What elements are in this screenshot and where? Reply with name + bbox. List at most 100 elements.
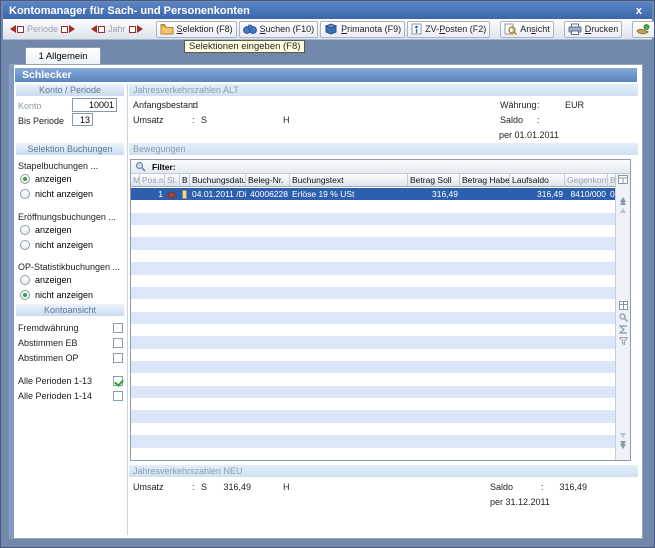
table-row[interactable]: [131, 262, 615, 274]
table-row[interactable]: [131, 225, 615, 237]
col-header-laufsaldo[interactable]: Laufsaldo: [510, 174, 565, 186]
grid-view-icon[interactable]: [619, 301, 628, 310]
table-row-selected[interactable]: 1 04.01.2011 /Di 40006228 Erlöse 19 % US…: [131, 188, 615, 200]
periode-next-button[interactable]: [60, 24, 76, 34]
selektion-button[interactable]: Selektion (F8): [156, 21, 237, 38]
table-row[interactable]: [131, 448, 615, 460]
splitter-bar[interactable]: [10, 65, 14, 538]
primanota-button[interactable]: Primanota (F9): [320, 21, 405, 38]
panel-header-jvz-alt: Jahresverkehrszahlen ALT: [129, 84, 638, 96]
close-button[interactable]: x: [632, 5, 646, 17]
table-row[interactable]: [131, 398, 615, 410]
account-name: Schlecker: [22, 69, 72, 81]
search-icon[interactable]: [619, 313, 628, 322]
table-row[interactable]: [131, 349, 615, 361]
ansicht-button[interactable]: Ansicht: [500, 21, 554, 38]
table-row[interactable]: [131, 373, 615, 385]
cell-b: [180, 188, 190, 200]
col-header-beleg-nr[interactable]: Beleg-Nr.: [246, 174, 290, 186]
filter-funnel-icon[interactable]: [619, 337, 628, 345]
cell-buchungsdatum: 04.01.2011 /Di: [190, 188, 246, 200]
jahr-prev-button[interactable]: [90, 24, 106, 34]
checkbox-icon[interactable]: [113, 323, 123, 333]
scroll-page-up-button[interactable]: [620, 200, 626, 205]
radio-icon[interactable]: [20, 189, 30, 199]
grid-filter-row[interactable]: Filter:: [131, 160, 630, 174]
radio-icon[interactable]: [20, 290, 30, 300]
grid-header-row: M Pos.nr St. B Buchungsdatum Beleg-Nr. B…: [131, 174, 615, 187]
radio-op-nicht-anzeigen[interactable]: nicht anzeigen: [20, 290, 93, 300]
table-row[interactable]: [131, 423, 615, 435]
table-row[interactable]: [131, 312, 615, 324]
col-header-b[interactable]: B: [180, 174, 190, 186]
radio-icon[interactable]: [20, 240, 30, 250]
extras-button[interactable]: Extras: [632, 21, 655, 38]
tab-allgemein[interactable]: 1 Allgemein: [25, 47, 101, 64]
col-header-st[interactable]: St.: [165, 174, 180, 186]
table-row[interactable]: [131, 361, 615, 373]
periode-prev-button[interactable]: [9, 24, 25, 34]
radio-icon[interactable]: [20, 174, 30, 184]
scroll-last-button[interactable]: [620, 449, 626, 459]
col-header-buchungstext[interactable]: Buchungstext: [290, 174, 408, 186]
window-title: Kontomanager für Sach- und Personenkonte…: [9, 5, 250, 17]
radio-icon[interactable]: [20, 225, 30, 235]
table-row[interactable]: [131, 275, 615, 287]
radio-stapel-anzeigen[interactable]: anzeigen: [20, 174, 72, 184]
document-info-icon: [411, 23, 422, 35]
arrow-left-icon: [10, 25, 16, 33]
jahr-next-button[interactable]: [128, 24, 144, 34]
col-header-posnr[interactable]: Pos.nr: [140, 174, 165, 186]
cell-b2: 0: [608, 188, 615, 200]
drucken-button[interactable]: Drucken: [564, 21, 623, 38]
column-chooser-icon[interactable]: [618, 175, 628, 184]
checkbox-icon[interactable]: [113, 391, 123, 401]
table-row[interactable]: [131, 410, 615, 422]
table-row[interactable]: [131, 324, 615, 336]
col-header-buchungsdatum[interactable]: Buchungsdatum: [190, 174, 246, 186]
table-row[interactable]: [131, 336, 615, 348]
scroll-up-button[interactable]: [620, 208, 626, 213]
radio-icon[interactable]: [20, 275, 30, 285]
table-row[interactable]: [131, 435, 615, 447]
filter-label: Filter:: [152, 162, 176, 172]
table-row[interactable]: [131, 200, 615, 212]
zv-posten-button[interactable]: ZV-Posten (F2): [407, 21, 490, 38]
binoculars-icon: [243, 23, 257, 35]
bis-periode-input[interactable]: [72, 113, 93, 126]
waehrung-value: EUR: [565, 100, 584, 110]
table-row[interactable]: [131, 250, 615, 262]
grid-nav-strip: [615, 174, 630, 460]
table-row[interactable]: [131, 386, 615, 398]
scroll-first-button[interactable]: [620, 187, 626, 197]
col-header-m[interactable]: M: [131, 174, 140, 186]
col-header-betrag-haben[interactable]: Betrag Haben: [460, 174, 510, 186]
colon: :: [192, 115, 195, 125]
saldo-alt-label: Saldo: [500, 115, 523, 125]
suchen-button[interactable]: Suchen (F10): [239, 21, 319, 38]
checkbox-icon[interactable]: [113, 353, 123, 363]
table-row[interactable]: [131, 299, 615, 311]
col-header-gegenkonto[interactable]: Gegenkonto: [565, 174, 608, 186]
checkbox-icon[interactable]: [113, 338, 123, 348]
arrow-left-icon: [91, 25, 97, 33]
scroll-down-button[interactable]: [620, 433, 626, 438]
saldo-neu-value: 316,49: [553, 482, 587, 492]
table-row[interactable]: [131, 237, 615, 249]
cell-st: [165, 188, 180, 200]
sum-icon[interactable]: [619, 325, 628, 334]
book-icon: [324, 23, 338, 35]
section-header-selektion-buchungen: Selektion Buchungen: [16, 143, 124, 155]
table-row[interactable]: [131, 287, 615, 299]
cell-betrag-soll: 316,49: [408, 188, 460, 200]
radio-eroeffnung-anzeigen[interactable]: anzeigen: [20, 225, 72, 235]
col-header-betrag-soll[interactable]: Betrag Soll: [408, 174, 460, 186]
year-box-icon: [98, 26, 105, 33]
sidebar: Konto / Periode Konto Bis Periode Selekt…: [15, 84, 128, 535]
radio-eroeffnung-nicht-anzeigen[interactable]: nicht anzeigen: [20, 240, 93, 250]
radio-stapel-nicht-anzeigen[interactable]: nicht anzeigen: [20, 189, 93, 199]
radio-op-anzeigen[interactable]: anzeigen: [20, 275, 72, 285]
table-row[interactable]: [131, 213, 615, 225]
checkbox-icon[interactable]: [113, 376, 123, 386]
konto-input[interactable]: [72, 98, 117, 112]
